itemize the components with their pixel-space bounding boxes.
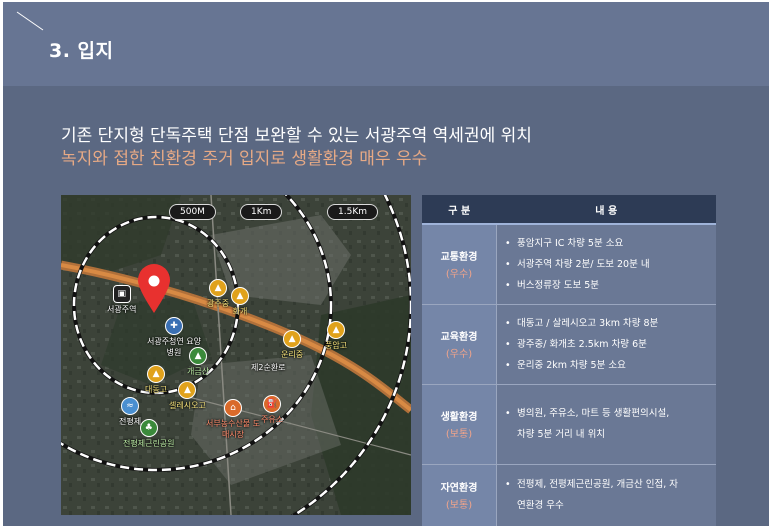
content-cell: 전평제, 전평제근린공원, 개금산 인접, 자 연환경 우수 (496, 464, 716, 526)
lake-icon: ≈ (121, 397, 140, 415)
category-cell: 자연환경 (보통) (422, 464, 497, 526)
table-row: 교통환경 (우수) 풍암지구 IC 차량 5분 소요 서광주역 차량 2분/ 도… (422, 224, 716, 305)
school-icon: ▲ (209, 279, 228, 297)
school-icon: ▲ (231, 287, 249, 305)
headline-main: 기존 단지형 단독주택 단점 보완할 수 있는 서광주역 역세권에 위치 (61, 126, 532, 146)
mountain-icon: ▲ (189, 347, 208, 365)
poi-station: ▣ 서광주역 (107, 285, 136, 315)
list-item: 풍암지구 IC 차량 5분 소요 (505, 233, 708, 254)
table-header-category: 구 분 (422, 195, 497, 225)
train-icon: ▣ (112, 285, 131, 303)
table-row: 자연환경 (보통) 전평제, 전평제근린공원, 개금산 인접, 자 연환경 우수 (422, 464, 716, 526)
page-title: 3. 입지 (49, 40, 114, 62)
list-item: 광주중/ 화개초 2.5km 차량 6분 (505, 334, 708, 355)
table-header-content: 내 용 (496, 195, 716, 225)
list-item: 전평제, 전평제근린공원, 개금산 인접, 자 (505, 474, 708, 495)
list-item-continued: 연환경 우수 (517, 500, 564, 512)
slide: 3. 입지 기존 단지형 단독주택 단점 보완할 수 있는 서광주역 역세권에 … (3, 2, 769, 526)
decorative-line-icon (16, 11, 44, 31)
list-item: 대동고 / 살레시오고 3km 차량 8분 (505, 313, 708, 334)
poi-gaegeumsan: ▲ 개금산 (187, 347, 209, 377)
poi-gas-station: ⛽ 주유소 (261, 395, 283, 425)
headline-sub: 녹지와 접한 친환경 주거 입지로 생활환경 매우 우수 (61, 149, 428, 169)
school-icon: ▲ (283, 330, 302, 348)
list-item-continued: 차량 5분 거리 내 위치 (517, 429, 606, 440)
road-label: 제2순환로 (251, 363, 286, 372)
poi-salesio-high: ▲ 셀레시오고 (169, 381, 206, 411)
park-icon: ♣ (139, 419, 158, 437)
poi-unri-middle: ▲ 운리중 (281, 330, 303, 360)
hospital-icon: ✚ (165, 317, 183, 335)
content-cell: 풍암지구 IC 차량 5분 소요 서광주역 차량 2분/ 도보 20분 내 버스… (496, 224, 716, 305)
category-cell: 교통환경 (우수) (422, 224, 497, 305)
list-item: 서광주역 차량 2분/ 도보 20분 내 (505, 254, 708, 275)
school-icon: ▲ (178, 381, 197, 399)
category-cell: 교육환경 (우수) (422, 304, 497, 385)
table-row: 교육환경 (우수) 대동고 / 살레시오고 3km 차량 8분 광주중/ 화개초… (422, 304, 716, 385)
content-cell: 병의원, 주유소, 마트 등 생활편의시설, 차량 5분 거리 내 위치 (496, 384, 716, 465)
poi-pungam-high: ▲ 풍암고 (325, 321, 347, 351)
poi-market: ⌂ 서부농수산물 도매시장 (206, 399, 260, 440)
poi-gwangju-middle: ▲ 광주중 (207, 279, 229, 309)
poi-jeonpyeong-park: ♣ 전평제근린공원 (123, 419, 175, 449)
map-graphics (61, 195, 411, 515)
category-cell: 생활환경 (보통) (422, 384, 497, 465)
header-bar: 3. 입지 (3, 2, 769, 86)
location-map: 500M 1Km 1.5Km ▣ 서광주역 ✚ 서광주청연 요양병원 ▲ 광주중… (61, 195, 411, 515)
school-icon: ▲ (147, 365, 166, 383)
list-item: 운리중 2km 차량 5분 소요 (505, 355, 708, 376)
content-cell: 대동고 / 살레시오고 3km 차량 8분 광주중/ 화개초 2.5km 차량 … (496, 304, 716, 385)
gas-station-icon: ⛽ (263, 395, 282, 413)
poi-daedong-high: ▲ 대동고 (145, 365, 167, 395)
table-header-row: 구 분 내 용 (422, 195, 716, 225)
distance-label-1km: 1Km (240, 204, 283, 220)
distance-label-1-5km: 1.5Km (327, 204, 378, 220)
distance-label-500m: 500M (169, 204, 216, 220)
table-row: 생활환경 (보통) 병의원, 주유소, 마트 등 생활편의시설, 차량 5분 거… (422, 384, 716, 465)
environment-table: 구 분 내 용 교통환경 (우수) 풍암지구 IC 차량 5분 소요 서광주역 … (422, 195, 716, 526)
list-item: 병의원, 주유소, 마트 등 생활편의시설, (505, 403, 708, 424)
market-icon: ⌂ (224, 399, 242, 417)
list-item: 버스정류장 도보 5분 (505, 275, 708, 296)
poi-hwagae: ▲ 화개 (231, 287, 249, 317)
school-icon: ▲ (327, 321, 346, 339)
